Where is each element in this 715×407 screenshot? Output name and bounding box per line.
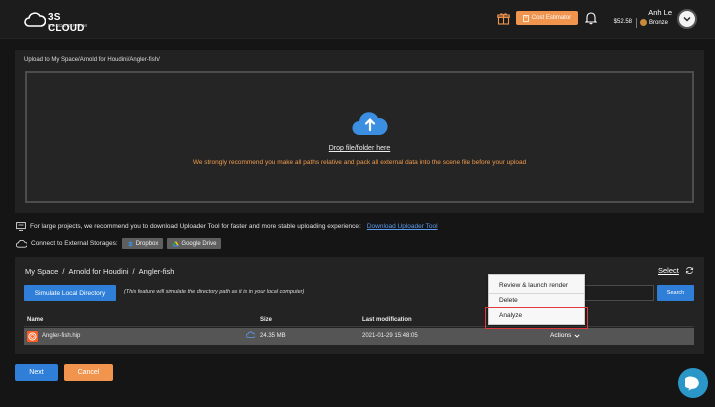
desktop-icon — [16, 222, 26, 231]
uploader-tool-info: For large projects, we recommend you to … — [16, 222, 438, 231]
notification-bell-icon[interactable] — [585, 11, 597, 25]
analyze-highlight-box — [485, 307, 588, 329]
column-name[interactable]: Name — [27, 317, 43, 323]
google-drive-icon — [172, 241, 180, 246]
cloud-upload-icon — [352, 112, 388, 136]
select-link[interactable]: Select — [658, 266, 679, 275]
gift-icon[interactable] — [497, 12, 510, 25]
menu-divider — [489, 293, 584, 294]
column-size[interactable]: Size — [260, 317, 272, 323]
google-drive-button[interactable]: Google Drive — [167, 238, 222, 249]
chevron-down-icon — [683, 17, 691, 22]
chat-bubble-icon — [685, 376, 699, 390]
file-size: 24.35 MB — [260, 333, 286, 339]
table-header: Name Size Last modification — [24, 315, 694, 327]
cost-estimator-button[interactable]: Cost Estimator — [516, 11, 578, 25]
simulate-local-directory-button[interactable]: Simulate Local Directory — [24, 285, 116, 301]
next-button[interactable]: Next — [15, 364, 58, 381]
houdini-file-icon — [27, 331, 38, 342]
user-name: Anh Le — [648, 8, 672, 17]
file-modified: 2021-01-29 15:48:05 — [362, 333, 418, 339]
top-header: 3S CLOUD RENDER FARM Cost Estimator Anh … — [0, 0, 715, 39]
simulate-note: (This feature will simulate the director… — [124, 289, 305, 295]
drop-file-link[interactable]: Drop file/folder here — [27, 145, 692, 152]
chat-button[interactable] — [678, 368, 708, 398]
breadcrumb-my-space[interactable]: My Space — [25, 267, 58, 276]
user-tier: Bronze — [640, 19, 668, 26]
search-button[interactable]: Search — [657, 285, 694, 301]
user-menu-button[interactable] — [677, 9, 697, 29]
menu-item-review-launch-render[interactable]: Review & launch render — [499, 282, 568, 289]
upload-path-label: Upload to My Space/Arnold for Houdini/An… — [24, 57, 160, 63]
breadcrumb-angler-fish[interactable]: Angler-fish — [139, 267, 175, 276]
chevron-down-icon — [574, 333, 580, 338]
calculator-icon — [522, 14, 529, 22]
upload-panel: Upload to My Space/Arnold for Houdini/An… — [15, 50, 704, 213]
cost-estimator-label: Cost Estimator — [531, 15, 572, 21]
tier-label: Bronze — [649, 19, 669, 26]
cloud-sync-icon — [246, 331, 255, 338]
brand-logo[interactable]: 3S CLOUD RENDER FARM — [24, 9, 94, 34]
breadcrumb: My Space / Arnold for Houdini / Angler-f… — [25, 267, 174, 276]
table-row[interactable]: Angler-fish.hip 24.35 MB 2021-01-29 15:4… — [24, 328, 694, 345]
menu-item-delete[interactable]: Delete — [499, 297, 518, 304]
file-dropzone[interactable]: Drop file/folder here We strongly recomm… — [25, 71, 694, 203]
breadcrumb-separator: / — [62, 267, 65, 276]
account-balance: $52.58 — [613, 19, 632, 25]
bronze-medal-icon — [640, 19, 647, 26]
file-browser-panel: My Space / Arnold for Houdini / Angler-f… — [15, 257, 704, 354]
refresh-icon[interactable] — [685, 266, 694, 275]
column-last-modification[interactable]: Last modification — [362, 317, 412, 323]
cloud-link-icon — [16, 239, 27, 248]
dropbox-icon — [127, 241, 133, 246]
google-drive-label: Google Drive — [181, 240, 217, 247]
download-uploader-tool-link[interactable]: Download Uploader Tool — [367, 223, 438, 230]
breadcrumb-arnold-for-houdini[interactable]: Arnold for Houdini — [68, 267, 128, 276]
external-storages-row: Connect to External Storages: Dropbox Go… — [16, 238, 222, 249]
cloud-logo-icon — [24, 12, 46, 27]
upload-recommendation: We strongly recommend you make all paths… — [192, 159, 527, 166]
actions-dropdown-toggle[interactable]: Actions — [550, 332, 580, 339]
brand-subtitle: RENDER FARM — [48, 23, 88, 28]
external-storages-label: Connect to External Storages: — [31, 240, 118, 247]
header-divider — [636, 18, 637, 28]
dropbox-label: Dropbox — [135, 240, 159, 247]
file-name[interactable]: Angler-fish.hip — [42, 333, 80, 339]
uploader-tool-text: For large projects, we recommend you to … — [30, 223, 361, 230]
breadcrumb-separator: / — [132, 267, 135, 276]
dropbox-button[interactable]: Dropbox — [121, 238, 164, 249]
actions-label: Actions — [550, 332, 572, 339]
cancel-button[interactable]: Cancel — [64, 364, 113, 381]
